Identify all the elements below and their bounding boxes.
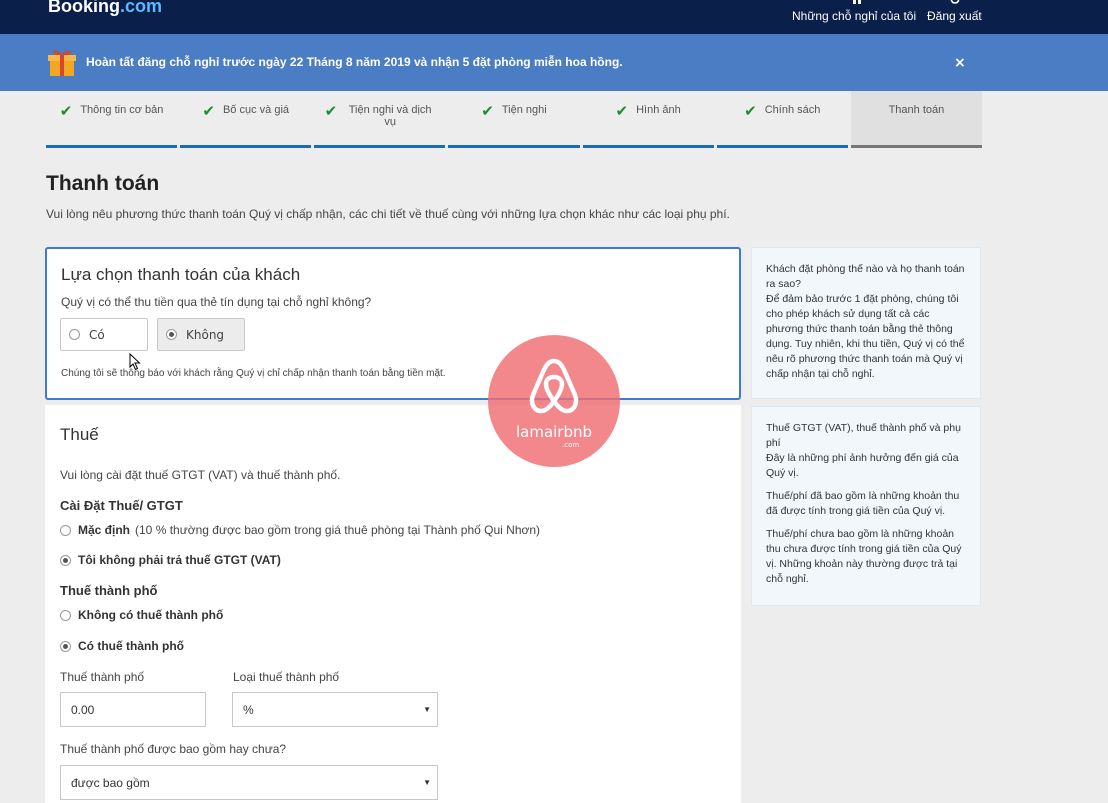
included-select[interactable]: được bao gồm ▼ (60, 765, 438, 800)
help-body-tax: Đây là những phí ảnh hưởng đến giá của Q… (766, 452, 959, 479)
tax-help-box: Thuế GTGT (VAT), thuế thành phố và phụ p… (751, 406, 981, 606)
gift-icon (48, 50, 76, 76)
step-tab[interactable]: ✔ Bố cục và giá (180, 91, 312, 148)
user-icon (950, 0, 960, 4)
page-title: Thanh toán (46, 172, 160, 195)
progress-steps: ✔ Thông tin cơ bản ✔ Bố cục và giá ✔ Tiện ngh… (46, 91, 982, 148)
booking-logo[interactable]: Booking.com (48, 0, 162, 17)
checkmark-icon: ✔ (615, 102, 629, 120)
included-label: Thuế thành phố được bao gồm hay chưa? (60, 742, 287, 756)
home-icon (853, 0, 861, 4)
city-tax-type-select[interactable]: % ▼ (232, 692, 438, 727)
payment-question: Quý vị có thể thu tiền qua thẻ tín dụng … (61, 295, 372, 309)
vat-heading: Cài Đặt Thuế/ GTGT (60, 498, 183, 513)
top-navbar: Booking.com Những chỗ nghỉ của tôi Đăng … (0, 0, 1108, 34)
radio-icon (69, 329, 80, 340)
radio-icon (60, 524, 71, 536)
vat-none-option[interactable]: Tôi không phải trả thuế GTGT (VAT) (60, 553, 281, 567)
step-tab[interactable]: ✔ Tiện nghi (448, 91, 580, 148)
step-label: Tiện nghi và dịch vụ (348, 104, 432, 128)
payment-option-yes[interactable]: Có (60, 318, 148, 351)
help-title-tax: Thuế GTGT (VAT), thuế thành phố và phụ p… (766, 422, 961, 449)
step-tab[interactable]: ✔ Hình ảnh (582, 91, 714, 148)
radio-icon (60, 554, 71, 566)
city-tax-type-label: Loại thuế thành phố (233, 670, 340, 684)
radio-icon (60, 640, 71, 652)
chevron-down-icon: ▼ (423, 705, 431, 714)
payment-note: Chúng tôi sẽ thông báo với khách rằng Qu… (61, 368, 446, 379)
promo-banner: Hoàn tất đăng chỗ nghỉ trước ngày 22 Thá… (0, 34, 1108, 91)
watermark-suffix: .com (562, 441, 580, 449)
checkmark-icon: ✔ (744, 102, 757, 120)
chevron-down-icon: ▼ (423, 778, 431, 787)
payment-option-no[interactable]: Không (157, 318, 245, 351)
city-tax-none-option[interactable]: Không có thuế thành phố (60, 608, 223, 622)
checkmark-icon: ✔ (59, 102, 73, 120)
payment-help-box: Khách đặt phòng thế nào và họ thanh toán… (751, 247, 981, 399)
logout-link[interactable]: Đăng xuất (927, 9, 982, 23)
mouse-cursor-icon (129, 353, 141, 371)
city-tax-has-option[interactable]: Có thuế thành phố (60, 639, 184, 653)
airbnb-logo-icon (529, 358, 579, 414)
help-excluded: Thuế/phí chưa bao gồm là những khoản thu… (766, 528, 962, 585)
tax-intro: Vui lòng cài đặt thuế GTGT (VAT) và thuế… (60, 468, 341, 482)
city-tax-heading: Thuế thành phố (60, 583, 158, 598)
vat-default-option[interactable]: Mặc định (10 % thường được bao gồm trong… (60, 523, 540, 537)
step-tab[interactable]: Thanh toán (850, 91, 982, 148)
step-label: Thanh toán (888, 104, 945, 116)
tax-card: Thuế Vui lòng cài đặt thuế GTGT (VAT) và… (45, 405, 741, 803)
step-label: Tiện nghi (501, 104, 547, 116)
step-label: Hình ảnh (636, 104, 681, 116)
watermark-logo: lamairbnb .com (488, 335, 620, 467)
page-subtitle: Vui lòng nêu phương thức thanh toán Quý … (46, 207, 730, 221)
step-tab[interactable]: ✔ Thông tin cơ bản (46, 91, 178, 148)
guest-payment-card: Lựa chọn thanh toán của khách Quý vị có … (45, 247, 741, 400)
watermark-text: lamairbnb (515, 423, 593, 441)
radio-icon (60, 609, 71, 621)
radio-icon (166, 329, 177, 340)
step-label: Thông tin cơ bản (80, 104, 164, 116)
city-tax-label: Thuế thành phố (60, 670, 145, 684)
checkmark-icon: ✔ (202, 102, 215, 120)
step-label: Bố cục và giá (222, 104, 290, 116)
payment-heading: Lựa chọn thanh toán của khách (61, 265, 301, 284)
help-body-payment: Để đảm bảo trước 1 đặt phòng, chúng tôi … (766, 293, 965, 380)
help-title-payment: Khách đặt phòng thế nào và họ thanh toán… (766, 263, 965, 290)
my-properties-link[interactable]: Những chỗ nghỉ của tôi (792, 9, 916, 23)
close-icon[interactable]: × (954, 55, 966, 71)
checkmark-icon: ✔ (481, 102, 494, 120)
promo-text: Hoàn tất đăng chỗ nghỉ trước ngày 22 Thá… (86, 55, 623, 69)
step-label: Chính sách (764, 104, 821, 116)
step-tab[interactable]: ✔ Chính sách (716, 91, 848, 148)
step-tab[interactable]: ✔ Tiện nghi và dịch vụ (314, 91, 446, 148)
tax-heading: Thuế (60, 425, 99, 444)
city-tax-input[interactable]: 0.00 (60, 692, 206, 727)
checkmark-icon: ✔ (324, 102, 338, 120)
help-included: Thuế/phí đã bao gồm là những khoản thu đ… (766, 490, 960, 517)
